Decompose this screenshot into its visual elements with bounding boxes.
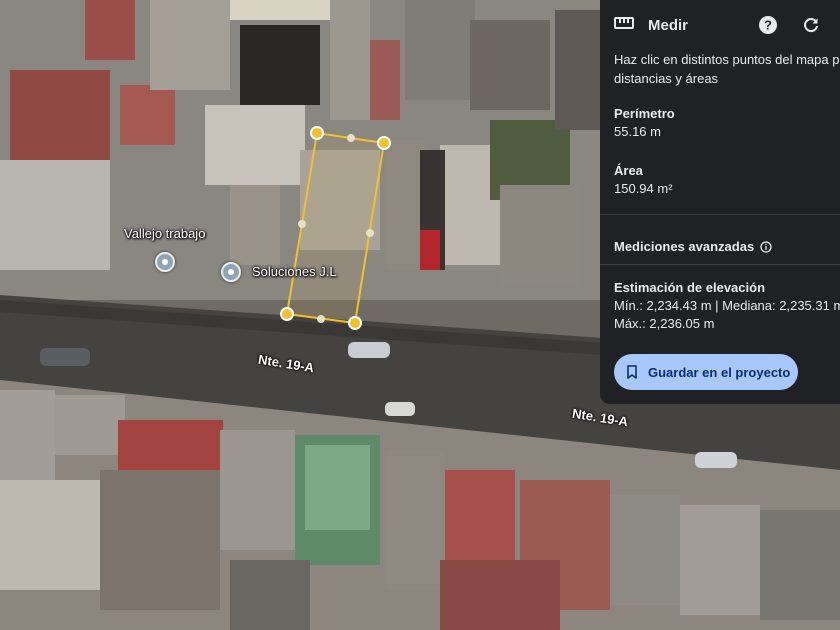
vertex-handle bbox=[377, 136, 391, 150]
area-value: 150.94 m² bbox=[614, 181, 673, 196]
panel-title: Medir bbox=[648, 16, 689, 34]
place-pin-icon[interactable] bbox=[221, 262, 241, 282]
description-line: Haz clic en distintos puntos del mapa pa bbox=[614, 52, 840, 67]
description-line: distancias y áreas bbox=[614, 71, 719, 86]
elevation-max: Máx.: 2,236.05 m bbox=[614, 316, 715, 331]
place-pin-icon[interactable] bbox=[155, 252, 175, 272]
help-icon[interactable]: ? bbox=[757, 14, 779, 36]
panel-divider bbox=[600, 214, 840, 215]
midpoint-handle bbox=[317, 315, 325, 323]
panel-divider bbox=[600, 264, 840, 265]
measure-panel: Medir ? Haz clic en distintos puntos del… bbox=[600, 0, 840, 404]
advanced-measurements-text: Mediciones avanzadas bbox=[614, 239, 755, 254]
elevation-min-median: Mín.: 2,234.43 m | Mediana: 2,235.31 m | bbox=[614, 298, 840, 313]
save-to-project-button[interactable]: Guardar en el proyecto bbox=[614, 354, 798, 390]
place-label-vallejo[interactable]: Vallejo trabajo bbox=[124, 226, 205, 241]
info-icon[interactable] bbox=[760, 240, 772, 253]
vertex-handle bbox=[310, 126, 324, 140]
panel-description: Haz clic en distintos puntos del mapa pa… bbox=[614, 50, 840, 88]
reset-icon[interactable] bbox=[800, 14, 822, 36]
panel-header: Medir bbox=[614, 14, 688, 36]
perimeter-label: Perímetro bbox=[614, 106, 675, 121]
midpoint-handle bbox=[298, 220, 306, 228]
perimeter-value: 55.16 m bbox=[614, 124, 661, 139]
ruler-icon bbox=[614, 16, 634, 34]
bookmark-icon bbox=[626, 365, 638, 379]
vertex-handle bbox=[348, 316, 362, 330]
svg-text:?: ? bbox=[764, 18, 772, 33]
midpoint-handle bbox=[347, 134, 355, 142]
elevation-label: Estimación de elevación bbox=[614, 280, 766, 295]
advanced-measurements-label[interactable]: Mediciones avanzadas bbox=[614, 239, 772, 254]
midpoint-handle bbox=[366, 229, 374, 237]
place-label-soluciones[interactable]: Soluciones J.L bbox=[252, 264, 337, 279]
vertex-handle bbox=[280, 307, 294, 321]
area-label: Área bbox=[614, 163, 643, 178]
save-button-label: Guardar en el proyecto bbox=[648, 364, 791, 380]
